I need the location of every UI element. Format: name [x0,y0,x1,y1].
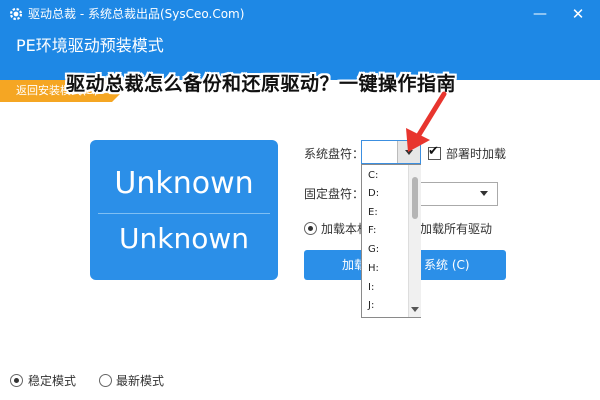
system-drive-label: 系统盘符： [304,147,365,161]
chevron-down-icon [480,191,488,196]
window-title: 驱动总裁 - 系统总裁出品(SysCeo.Com) [28,7,245,21]
card-divider [98,213,270,214]
system-drive-dropdown-list: C: D: E: F: G: H: I: J: [361,164,421,318]
title-bar: 驱动总裁 - 系统总裁出品(SysCeo.Com) — ✕ [0,0,600,28]
load-local-radio[interactable] [304,222,317,235]
drive-option[interactable]: F: [368,224,376,238]
fixed-drive-label: 固定盘符： [304,187,365,201]
latest-mode-label: 最新模式 [116,374,165,388]
drive-option[interactable]: H: [368,262,379,276]
system-info-card: Unknown Unknown [90,140,278,280]
gear-icon [9,7,23,21]
latest-mode-radio[interactable] [99,374,112,387]
drive-option[interactable]: D: [368,187,379,201]
drive-option[interactable]: E: [368,206,378,220]
overlay-headline: 驱动总裁怎么备份和还原驱动？一键操作指南 [66,73,457,95]
minimize-button[interactable]: — [530,4,550,24]
scroll-down-icon[interactable] [411,307,419,312]
drive-option[interactable]: C: [368,169,378,183]
drive-option[interactable]: G: [368,243,379,257]
scrollbar-thumb[interactable] [412,177,418,219]
drive-option[interactable]: I: [368,281,374,295]
load-button-label-right: 系统 (C) [424,258,470,272]
annotation-arrow-icon [406,91,447,152]
close-button[interactable]: ✕ [568,4,588,24]
mode-title: PE环境驱动预装模式 [16,36,164,55]
drive-option[interactable]: J: [368,299,374,313]
stable-mode-label: 稳定模式 [28,374,77,388]
deploy-load-label: 部署时加载 [446,147,507,161]
load-all-label: 加载所有驱动 [420,222,493,236]
stable-mode-radio[interactable] [10,374,23,387]
system-name-line2: Unknown [119,222,249,255]
system-name-line1: Unknown [114,166,254,201]
dropdown-scrollbar[interactable] [408,165,421,317]
